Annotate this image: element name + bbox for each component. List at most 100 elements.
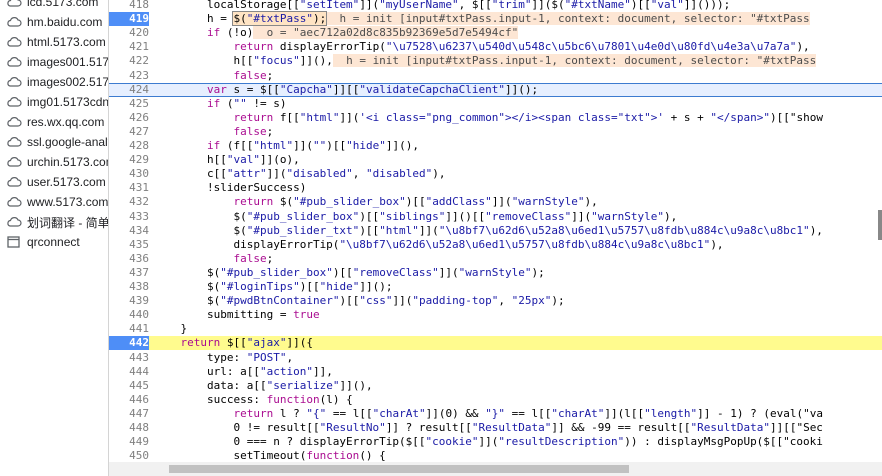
code-line[interactable]: 443 type: "POST", [109, 351, 882, 365]
code-line[interactable]: 437 $("#pub_slider_box")[["removeClass"]… [109, 266, 882, 280]
code-line[interactable]: 440 submitting = true [109, 308, 882, 322]
horizontal-scrollbar[interactable] [109, 462, 882, 476]
code-text: return $[["ajax"]]({ [180, 336, 314, 350]
line-number[interactable]: 425 [109, 97, 149, 111]
sidebar-item[interactable]: img01.5173cdn.com [0, 92, 108, 112]
line-number[interactable]: 432 [109, 195, 149, 209]
line-number[interactable]: 439 [109, 294, 149, 308]
line-number[interactable]: 418 [109, 0, 149, 12]
line-number[interactable]: 428 [109, 139, 149, 153]
sidebar-item[interactable]: urchin.5173.com [0, 152, 108, 172]
code-text: $("#loginTips")[["hide"]](); [154, 280, 393, 293]
line-number[interactable]: 437 [109, 266, 149, 280]
sidebar-item-label: www.5173.com [27, 195, 109, 209]
cloud-icon [7, 137, 22, 147]
cloud-icon [7, 197, 22, 207]
line-number[interactable]: 445 [109, 379, 149, 393]
code-line[interactable]: 423 false; [109, 69, 882, 83]
horizontal-scrollbar-thumb[interactable] [169, 465, 629, 473]
sidebar-item[interactable]: html.5173.com [0, 32, 108, 52]
line-number[interactable]: 420 [109, 26, 149, 40]
code-line[interactable]: 445 data: a[["serialize"]](), [109, 379, 882, 393]
code-line[interactable]: 425 if ("" != s) [109, 97, 882, 111]
code-line[interactable]: 426 return f[["html"]]('<i class="png_co… [109, 111, 882, 125]
sidebar-item-label: images002.5173.com [27, 75, 109, 89]
sidebar-item-label: res.wx.qq.com [27, 115, 105, 129]
code-line[interactable]: 429 h[["val"]](o), [109, 153, 882, 167]
code-text: $("#pub_slider_box")[["siblings"]]()[["r… [154, 209, 678, 223]
code-line[interactable]: 436 false; [109, 252, 882, 266]
line-number[interactable]: 434 [109, 224, 149, 238]
line-number[interactable]: 442 [109, 336, 149, 351]
code-line[interactable]: 449 0 === n ? displayErrorTip($[["cookie… [109, 435, 882, 449]
code-line[interactable]: 442 return $[["ajax"]]({ [109, 336, 882, 351]
line-number[interactable]: 422 [109, 54, 149, 68]
line-number[interactable]: 438 [109, 280, 149, 294]
sidebar-item[interactable]: 划词翻译 - 简单 [0, 212, 108, 232]
sidebar-item[interactable]: hm.baidu.com [0, 12, 108, 32]
code-line[interactable]: 421 return displayErrorTip("\u7528\u6237… [109, 40, 882, 54]
line-number[interactable]: 447 [109, 407, 149, 421]
sidebar-item[interactable]: res.wx.qq.com [0, 112, 108, 132]
line-number[interactable]: 419 [109, 12, 149, 27]
sidebar-item[interactable]: ssl.google-analytics.com [0, 132, 108, 152]
code-line[interactable]: 427 false; [109, 125, 882, 139]
code-line[interactable]: 444 url: a[["action"]], [109, 365, 882, 379]
code-line[interactable]: 446 success: function(l) { [109, 393, 882, 407]
frame-icon [7, 236, 20, 248]
code-line[interactable]: 418 localStorage[["setItem"]]("myUserNam… [109, 0, 882, 12]
code-line[interactable]: 433 $("#pub_slider_box")[["siblings"]]()… [109, 210, 882, 224]
code-line[interactable]: 431 !sliderSuccess) [109, 181, 882, 195]
code-line[interactable]: 420 if (!o) o = "aec712a02d8c835b92369e5… [109, 26, 882, 40]
code-line[interactable]: 434 $("#pub_slider_txt")[["html"]]("\u8b… [109, 224, 882, 238]
code-text: data: a[["serialize"]](), [154, 378, 373, 392]
line-number[interactable]: 448 [109, 421, 149, 435]
cloud-icon [7, 37, 22, 47]
code-line[interactable]: 435 displayErrorTip("\u8bf7\u62d6\u52a8\… [109, 238, 882, 252]
code-text: return f[["html"]]('<i class="png_common… [233, 110, 823, 124]
line-number[interactable]: 429 [109, 153, 149, 167]
code-line[interactable]: 439 $("#pwdBtnContainer")[["css"]]("padd… [109, 294, 882, 308]
code-line[interactable]: 441 } [109, 322, 882, 336]
line-number[interactable]: 449 [109, 435, 149, 449]
line-number[interactable]: 446 [109, 393, 149, 407]
code-line[interactable]: 438 $("#loginTips")[["hide"]](); [109, 280, 882, 294]
line-number[interactable]: 424 [109, 83, 149, 97]
code-line[interactable]: 430 c[["attr"]]("disabled", "disabled"), [109, 167, 882, 181]
code-line[interactable]: 424 var s = $[["Capcha"]][["validateCapc… [109, 82, 882, 97]
vertical-scrollbar-thumb[interactable] [878, 210, 882, 240]
line-number[interactable]: 436 [109, 252, 149, 266]
line-number[interactable]: 431 [109, 181, 149, 195]
code-line[interactable]: 422 h[["focus"]](), h = init [input#txtP… [109, 54, 882, 68]
code-line[interactable]: 432 return $("#pub_slider_box")[["addCla… [109, 195, 882, 209]
line-number[interactable]: 430 [109, 167, 149, 181]
sidebar-item[interactable]: qrconnect [0, 232, 108, 252]
line-number[interactable]: 444 [109, 365, 149, 379]
sidebar-item[interactable]: images002.5173.com [0, 72, 108, 92]
sidebar-item-label: qrconnect [27, 235, 80, 249]
code-line[interactable]: 448 0 != result[["ResultNo"]] ? result[[… [109, 421, 882, 435]
sidebar-item[interactable]: user.5173.com [0, 172, 108, 192]
line-number[interactable]: 443 [109, 351, 149, 365]
line-number[interactable]: 433 [109, 210, 149, 224]
code-editor[interactable]: 418 localStorage[["setItem"]]("myUserNam… [109, 0, 882, 476]
line-number[interactable]: 440 [109, 308, 149, 322]
sidebar-item[interactable]: images001.5173.com [0, 52, 108, 72]
code-line[interactable]: 419 h = $("#txtPass"); h = init [input#t… [109, 11, 882, 27]
code-text: 0 != result[["ResultNo"]] ? result[["Res… [154, 421, 823, 434]
cloud-icon [7, 117, 22, 127]
line-number[interactable]: 421 [109, 40, 149, 54]
sidebar-item[interactable]: www.5173.com [0, 192, 108, 212]
line-number[interactable]: 441 [109, 322, 149, 336]
sidebar-item-label: icd.5173.com [27, 0, 99, 9]
line-number[interactable]: 423 [109, 69, 149, 83]
code-text: success: function(l) { [154, 392, 353, 406]
sidebar-item[interactable]: icd.5173.com [0, 0, 108, 12]
line-number[interactable]: 427 [109, 125, 149, 139]
code-line[interactable]: 428 if (f[["html"]]("")[["hide"]](), [109, 139, 882, 153]
code-line[interactable]: 447 return l ? "{" == l[["charAt"]](0) &… [109, 407, 882, 421]
code-text: return displayErrorTip("\u7528\u6237\u54… [233, 40, 810, 54]
line-number[interactable]: 435 [109, 238, 149, 252]
line-number[interactable]: 426 [109, 111, 149, 125]
inline-value: h = init [input#txtPass.input-1, context… [332, 54, 817, 68]
